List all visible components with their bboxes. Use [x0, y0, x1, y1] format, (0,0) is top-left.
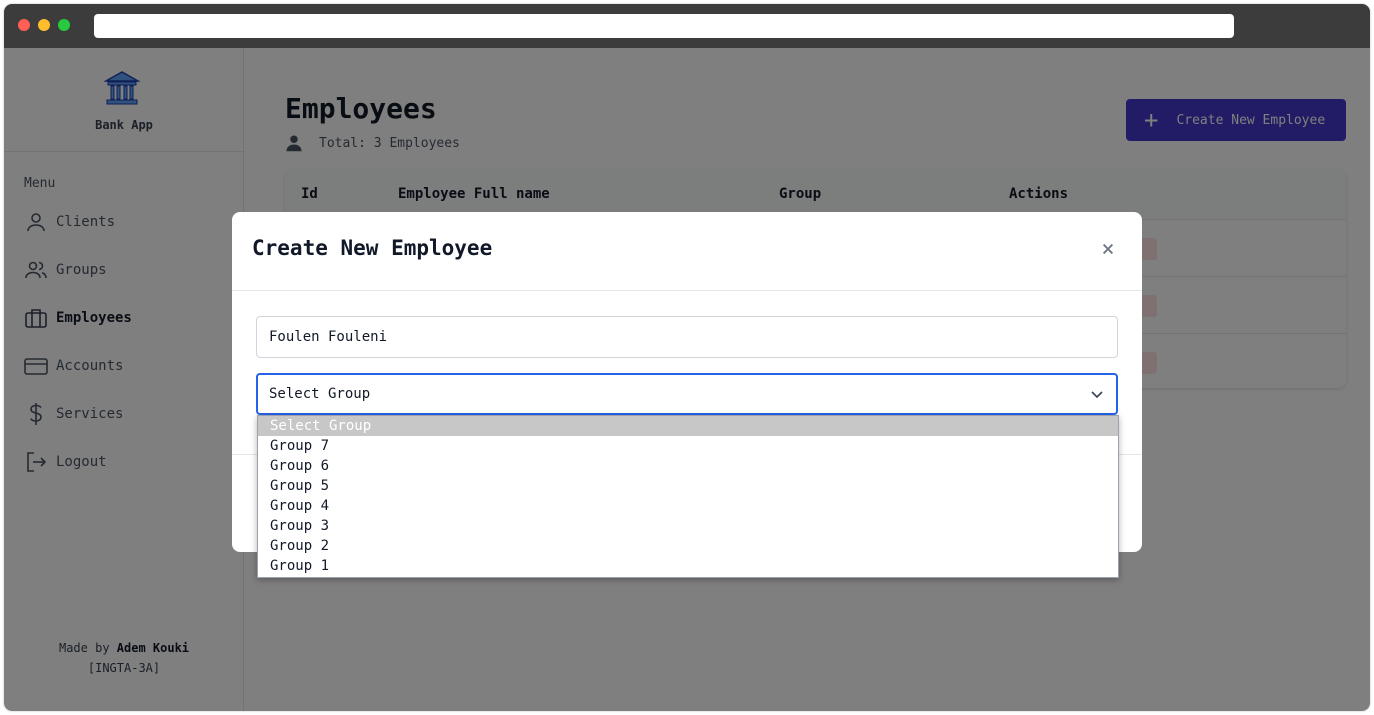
dropdown-option[interactable]: Group 3 — [258, 516, 1118, 536]
address-bar[interactable] — [94, 14, 1234, 38]
dropdown-option[interactable]: Group 6 — [258, 456, 1118, 476]
browser-chrome — [4, 4, 1370, 48]
chevron-down-icon — [1091, 391, 1103, 399]
dropdown-option[interactable]: Group 5 — [258, 476, 1118, 496]
modal-header: Create New Employee × — [232, 212, 1142, 291]
full-name-input[interactable]: Foulen Fouleni — [256, 316, 1118, 358]
modal-title: Create New Employee — [252, 236, 493, 260]
group-select[interactable]: Select Group — [256, 373, 1118, 415]
maximize-window-dot[interactable] — [58, 19, 70, 31]
browser-window: Bank App Menu Clients Groups Employees A… — [4, 4, 1370, 711]
close-icon[interactable]: × — [1098, 239, 1118, 261]
dropdown-option[interactable]: Group 7 — [258, 436, 1118, 456]
dropdown-option[interactable]: Group 4 — [258, 496, 1118, 516]
group-dropdown-list: Select Group Group 7 Group 6 Group 5 Gro… — [257, 415, 1119, 578]
dropdown-option[interactable]: Group 2 — [258, 536, 1118, 556]
dropdown-option[interactable]: Group 1 — [258, 556, 1118, 576]
group-select-value: Select Group — [269, 386, 371, 402]
dropdown-option[interactable]: Select Group — [258, 416, 1118, 436]
close-window-dot[interactable] — [18, 19, 30, 31]
minimize-window-dot[interactable] — [38, 19, 50, 31]
